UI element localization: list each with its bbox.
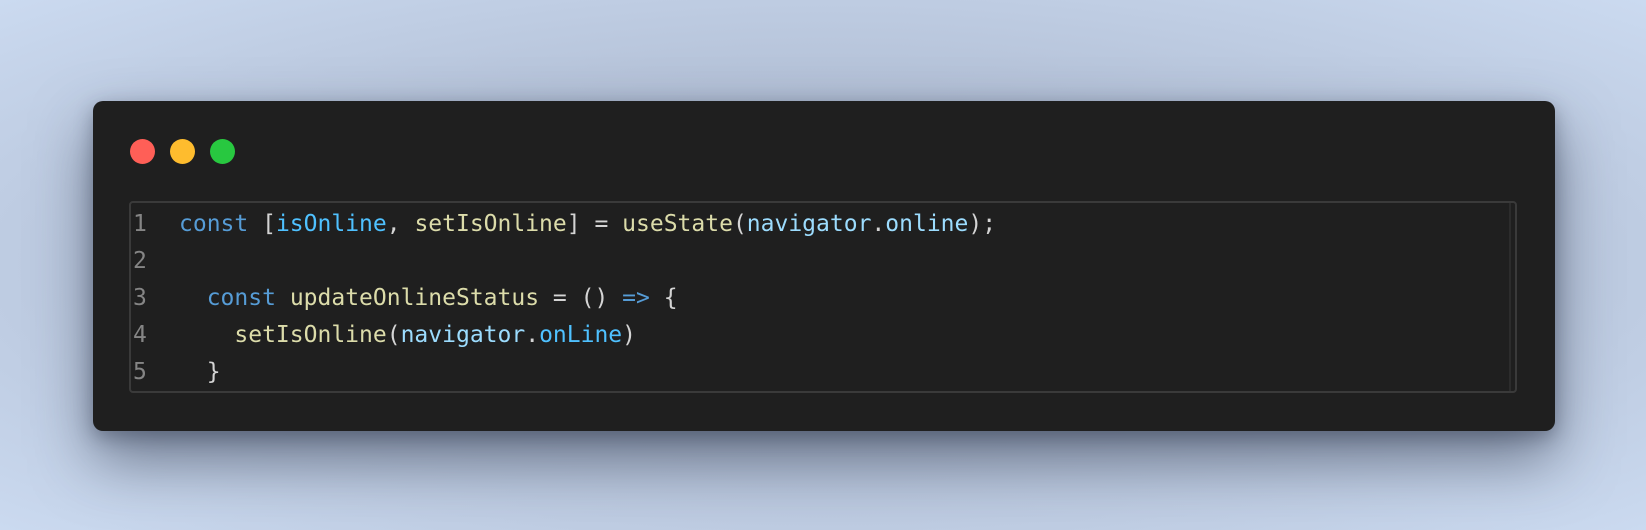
code-token: navigator bbox=[746, 211, 872, 237]
close-dot-icon[interactable] bbox=[130, 139, 155, 164]
code-line: 3 const updateOnlineStatus = () => { bbox=[131, 279, 678, 317]
code-token: { bbox=[649, 285, 678, 311]
code-lines: 1 const [isOnline, setIsOnline] = useStat… bbox=[131, 203, 1511, 391]
line-code: } bbox=[179, 353, 221, 391]
code-token: ( bbox=[732, 211, 747, 237]
code-token: updateOnlineStatus bbox=[289, 285, 540, 311]
code-token: useState bbox=[622, 211, 733, 237]
code-editor[interactable]: 1 const [isOnline, setIsOnline] = useStat… bbox=[129, 201, 1517, 393]
line-code: setIsOnline(navigator.onLine) bbox=[179, 316, 636, 354]
line-code: const [isOnline, setIsOnline] = useState… bbox=[179, 205, 996, 243]
code-token: ); bbox=[968, 211, 997, 237]
code-token: [ bbox=[248, 211, 276, 237]
code-token: . bbox=[525, 322, 540, 348]
window-controls bbox=[130, 139, 235, 164]
code-token: const bbox=[179, 211, 249, 237]
code-line: 5 } bbox=[131, 353, 221, 391]
code-token: const bbox=[206, 285, 276, 311]
line-number: 1 bbox=[133, 211, 147, 237]
code-token: ] = bbox=[566, 211, 623, 237]
line-number: 3 bbox=[133, 285, 147, 311]
code-token: isOnline bbox=[275, 211, 387, 237]
code-line: 2 bbox=[131, 242, 179, 280]
code-token: , bbox=[386, 211, 415, 237]
code-token: setIsOnline bbox=[234, 322, 387, 348]
code-window: 1 const [isOnline, setIsOnline] = useStat… bbox=[93, 101, 1555, 431]
code-token: ( bbox=[386, 322, 401, 348]
code-token: onLine bbox=[539, 322, 623, 348]
line-number: 2 bbox=[133, 248, 147, 274]
line-number: 4 bbox=[133, 322, 147, 348]
line-code: const updateOnlineStatus = () => { bbox=[179, 279, 678, 317]
code-token: = () bbox=[539, 285, 623, 311]
code-token: . bbox=[871, 211, 886, 237]
code-token: } bbox=[179, 359, 221, 385]
code-token: => bbox=[622, 285, 650, 311]
code-line: 1 const [isOnline, setIsOnline] = useStat… bbox=[131, 205, 996, 243]
minimize-dot-icon[interactable] bbox=[170, 139, 195, 164]
maximize-dot-icon[interactable] bbox=[210, 139, 235, 164]
code-token: ) bbox=[622, 322, 637, 348]
code-line: 4 setIsOnline(navigator.onLine) bbox=[131, 316, 636, 354]
code-token: online bbox=[885, 211, 969, 237]
line-number: 5 bbox=[133, 359, 147, 385]
code-token: setIsOnline bbox=[414, 211, 567, 237]
code-token: navigator bbox=[400, 322, 526, 348]
